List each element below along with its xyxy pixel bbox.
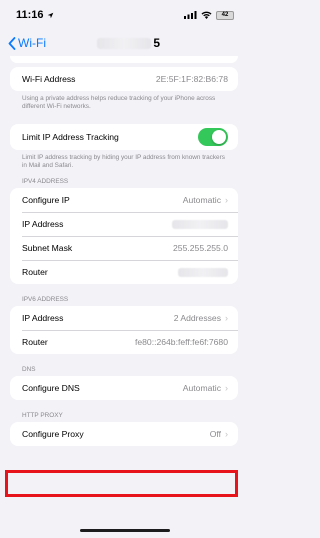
ipv6-address-label: IP Address bbox=[22, 313, 64, 324]
ipv4-group: Configure IP Automatic › IP Address Subne… bbox=[10, 188, 238, 285]
ipv4-address-label: IP Address bbox=[22, 219, 64, 230]
ipv4-header: IPV4 ADDRESS bbox=[22, 178, 69, 186]
configure-proxy-value: Off bbox=[209, 429, 221, 440]
configure-dns-label: Configure DNS bbox=[22, 383, 80, 394]
battery-icon: 42 bbox=[216, 10, 234, 20]
wifi-address-row: Wi-Fi Address 2E:5F:1F:82:B6:78 bbox=[10, 67, 238, 91]
http-proxy-header: HTTP PROXY bbox=[22, 412, 63, 420]
limit-tracking-row: Limit IP Address Tracking bbox=[10, 124, 238, 150]
limit-tracking-footer: Limit IP address tracking by hiding your… bbox=[22, 153, 225, 169]
status-icons: 42 bbox=[184, 10, 234, 20]
network-name-suffix: 5 bbox=[153, 36, 160, 50]
wifi-address-group: Wi-Fi Address 2E:5F:1F:82:B6:78 bbox=[10, 67, 238, 91]
ipv6-router-row: Router fe80::264b:feff:fe6f:7680 bbox=[10, 330, 238, 354]
configure-ip-value: Automatic bbox=[182, 195, 221, 206]
time-label: 11:16 bbox=[16, 9, 44, 21]
redacted-network-name bbox=[97, 37, 152, 49]
chevron-right-icon: › bbox=[225, 195, 228, 206]
dns-header: DNS bbox=[22, 366, 36, 374]
subnet-mask-value: 255.255.255.0 bbox=[173, 243, 228, 254]
network-name-title: 5 bbox=[90, 36, 160, 50]
status-bar: 11:16 42 bbox=[0, 0, 248, 30]
limit-tracking-toggle[interactable] bbox=[198, 127, 228, 146]
configure-dns-value: Automatic bbox=[182, 383, 221, 394]
configure-proxy-row[interactable]: Configure Proxy Off › bbox=[10, 422, 238, 446]
configure-ip-label: Configure IP bbox=[22, 195, 70, 206]
dns-group: Configure DNS Automatic › bbox=[10, 376, 238, 401]
configure-proxy-label: Configure Proxy bbox=[22, 429, 84, 440]
status-time: 11:16 bbox=[16, 9, 54, 21]
previous-group-remnant bbox=[10, 56, 238, 63]
configure-proxy-highlight-box bbox=[5, 470, 238, 497]
cellular-signal-icon bbox=[184, 11, 197, 19]
subnet-mask-row: Subnet Mask 255.255.255.0 bbox=[10, 236, 238, 260]
chevron-left-icon bbox=[8, 36, 16, 50]
limit-tracking-label: Limit IP Address Tracking bbox=[22, 131, 119, 142]
redacted-router-address bbox=[178, 267, 228, 277]
http-proxy-group: Configure Proxy Off › bbox=[10, 422, 238, 447]
limit-tracking-group: Limit IP Address Tracking bbox=[10, 123, 238, 150]
location-icon bbox=[47, 12, 53, 18]
configure-ip-row[interactable]: Configure IP Automatic › bbox=[10, 188, 238, 212]
home-indicator bbox=[80, 529, 170, 532]
ipv6-group: IP Address 2 Addresses › Router fe80::264… bbox=[10, 306, 238, 355]
chevron-right-icon: › bbox=[225, 383, 228, 394]
back-label: Wi-Fi bbox=[18, 36, 46, 50]
ipv4-router-row: Router bbox=[10, 260, 238, 284]
ipv4-address-row: IP Address bbox=[10, 212, 238, 236]
configure-dns-row[interactable]: Configure DNS Automatic › bbox=[10, 376, 238, 400]
back-button[interactable]: Wi-Fi bbox=[0, 36, 46, 50]
settings-content: Wi-Fi Address 2E:5F:1F:82:B6:78 Using a … bbox=[0, 56, 248, 447]
wifi-signal-icon bbox=[201, 11, 212, 19]
wifi-address-value: 2E:5F:1F:82:B6:78 bbox=[155, 74, 228, 84]
wifi-address-footer: Using a private address helps reduce tra… bbox=[22, 95, 216, 111]
subnet-mask-label: Subnet Mask bbox=[22, 243, 73, 254]
chevron-right-icon: › bbox=[225, 429, 228, 440]
ipv6-address-value: 2 Addresses bbox=[173, 313, 221, 324]
navigation-bar: Wi-Fi 5 bbox=[0, 30, 248, 56]
ipv6-router-label: Router bbox=[22, 337, 48, 348]
ipv6-address-row[interactable]: IP Address 2 Addresses › bbox=[10, 306, 238, 330]
redacted-ipv4-address bbox=[172, 219, 228, 229]
wifi-address-label: Wi-Fi Address bbox=[22, 74, 76, 84]
chevron-right-icon: › bbox=[225, 313, 228, 324]
ipv4-router-label: Router bbox=[22, 267, 48, 278]
ipv6-router-value: fe80::264b:feff:fe6f:7680 bbox=[134, 337, 228, 348]
toggle-knob bbox=[212, 129, 226, 144]
ipv6-header: IPV6 ADDRESS bbox=[22, 296, 69, 304]
